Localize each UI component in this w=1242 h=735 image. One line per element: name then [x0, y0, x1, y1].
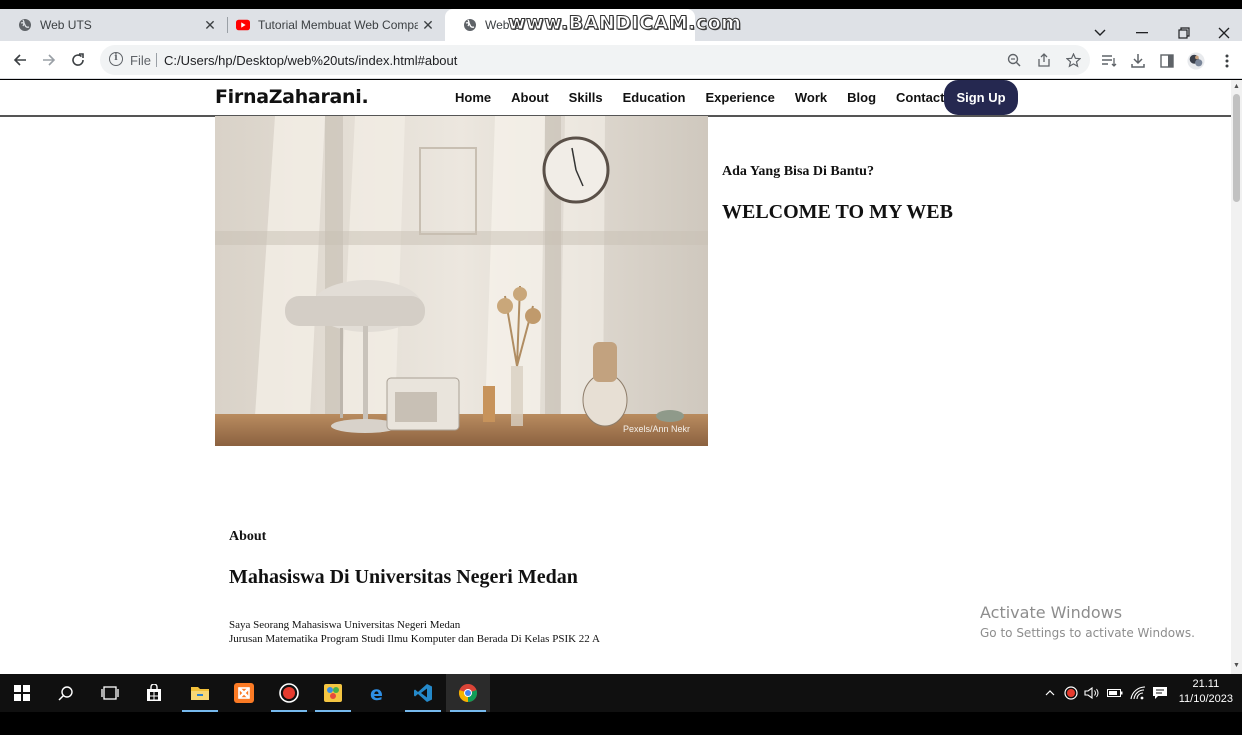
screen: Web UTS ✕ Tutorial Membuat Web Compan ✕ … [0, 0, 1242, 735]
browser-toolbar: i File C:/Users/hp/Desktop/web%20uts/ind… [0, 41, 1242, 79]
image-credit: Pexels/Ann Nekr [622, 424, 690, 434]
url-text[interactable]: C:/Users/hp/Desktop/web%20uts/index.html… [164, 53, 457, 68]
wifi-icon[interactable] [1129, 674, 1147, 712]
notification-icon[interactable] [1151, 674, 1169, 712]
nav-work[interactable]: Work [795, 90, 827, 105]
about-section-label: About [229, 529, 267, 544]
reading-list-icon[interactable] [1100, 52, 1118, 70]
share-icon[interactable] [1036, 52, 1052, 68]
page-viewport: FirnaZaharani. Home About Skills Educati… [0, 80, 1231, 674]
bandicam-tray-icon[interactable] [1062, 674, 1080, 712]
tab-title: Web UTS [40, 18, 92, 32]
close-tab-icon[interactable]: ✕ [202, 17, 218, 33]
volume-icon[interactable] [1083, 674, 1101, 712]
system-clock[interactable]: 21.11 11/10/2023 [1179, 677, 1233, 707]
profile-avatar-icon[interactable] [1187, 52, 1205, 70]
activate-windows-watermark: Activate Windows Go to Settings to activ… [980, 603, 1195, 640]
back-icon[interactable] [10, 50, 30, 70]
scroll-down-icon[interactable]: ▼ [1233, 662, 1240, 670]
hero-image: Pexels/Ann Nekr [215, 116, 708, 446]
address-bar[interactable]: i File C:/Users/hp/Desktop/web%20uts/ind… [100, 45, 1090, 75]
divider [156, 53, 157, 67]
running-indicator [450, 710, 486, 712]
nav-about[interactable]: About [511, 90, 549, 105]
nav-blog[interactable]: Blog [847, 90, 876, 105]
nav-contact[interactable]: Contact [896, 90, 944, 105]
running-indicator [271, 710, 307, 712]
site-nav: Home About Skills Education Experience W… [445, 80, 954, 115]
site-info-icon[interactable]: i [109, 52, 123, 66]
zoom-icon[interactable] [1006, 52, 1022, 68]
nav-home[interactable]: Home [455, 90, 491, 105]
side-panel-icon[interactable] [1158, 52, 1176, 70]
about-title: Mahasiswa Di Universitas Negeri Medan [229, 566, 578, 588]
download-icon[interactable] [1129, 52, 1147, 70]
show-hidden-icons[interactable] [1042, 674, 1058, 712]
forward-icon[interactable] [39, 50, 59, 70]
youtube-icon [236, 18, 250, 32]
windows-taskbar: e 21.11 11/10/2023 [0, 674, 1242, 712]
nav-education[interactable]: Education [623, 90, 686, 105]
activate-title: Activate Windows [980, 603, 1123, 622]
hero-subtitle: Ada Yang Bisa Di Bantu? [722, 164, 874, 179]
site-logo[interactable]: FirnaZaharani. [215, 86, 369, 108]
search-icon[interactable] [44, 674, 88, 712]
activate-subtitle: Go to Settings to activate Windows. [980, 626, 1195, 640]
running-indicator [405, 710, 441, 712]
vscode-icon[interactable] [401, 674, 445, 712]
paint-app-icon[interactable] [311, 674, 355, 712]
globe-icon [463, 18, 477, 32]
nav-skills[interactable]: Skills [569, 90, 603, 105]
edge-icon[interactable]: e [356, 674, 400, 712]
about-text-line-2: Jurusan Matematika Program Studi Ilmu Ko… [229, 633, 600, 645]
bandicam-record-icon[interactable] [267, 674, 311, 712]
scroll-up-icon[interactable]: ▲ [1233, 83, 1240, 91]
hero-title: WELCOME TO MY WEB [722, 201, 953, 223]
signup-button[interactable]: Sign Up [944, 80, 1018, 115]
page-scrollbar[interactable]: ▲ ▼ [1231, 80, 1242, 674]
clock-date: 11/10/2023 [1178, 693, 1233, 705]
bookmark-star-icon[interactable] [1065, 52, 1081, 68]
tab-web-uts[interactable]: Web UTS ✕ [0, 9, 226, 41]
file-explorer-icon[interactable] [178, 674, 222, 712]
windows-start-icon[interactable] [0, 674, 44, 712]
about-text-line-1: Saya Seorang Mahasiswa Universitas Neger… [229, 619, 461, 631]
task-view-icon[interactable] [88, 674, 132, 712]
tab-title: Tutorial Membuat Web Compan [258, 18, 418, 32]
reload-icon[interactable] [68, 50, 88, 70]
site-header: FirnaZaharani. Home About Skills Educati… [0, 80, 1231, 117]
tab-tutorial[interactable]: Tutorial Membuat Web Compan ✕ [218, 9, 444, 41]
scheme-label: File [130, 53, 151, 68]
menu-kebab-icon[interactable] [1218, 52, 1236, 70]
recorder-watermark: www.BANDICAM.com [507, 12, 742, 35]
store-icon[interactable] [132, 674, 176, 712]
running-indicator [315, 710, 351, 712]
battery-icon[interactable] [1106, 674, 1124, 712]
running-indicator [182, 710, 218, 712]
scroll-thumb[interactable] [1233, 94, 1240, 202]
globe-icon [18, 18, 32, 32]
close-tab-icon[interactable]: ✕ [420, 17, 436, 33]
xampp-icon[interactable] [222, 674, 266, 712]
nav-experience[interactable]: Experience [705, 90, 774, 105]
chrome-icon[interactable] [446, 674, 490, 712]
svg-text:e: e [370, 683, 383, 703]
clock-time: 21.11 [1192, 678, 1220, 690]
